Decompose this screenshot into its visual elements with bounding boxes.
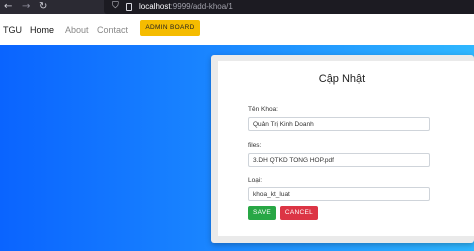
form-title: Cập Nhật (318, 73, 366, 85)
shield-icon[interactable]: ⛉ (112, 1, 119, 11)
reload-icon[interactable]: ↻ (39, 0, 47, 14)
edit-form: Cập Nhật Tên Khoa: files: Loại: SAVE CAN… (218, 61, 474, 236)
files-input[interactable] (248, 153, 430, 167)
save-button[interactable]: SAVE (248, 206, 276, 220)
nav-link-about[interactable]: About (65, 25, 89, 36)
url-path: :9999/add-khoa/1 (170, 2, 233, 11)
loai-input[interactable] (248, 187, 430, 201)
loai-label: Loại: (248, 177, 263, 184)
brand-logo[interactable]: TGU (3, 25, 22, 35)
forward-icon[interactable]: → (22, 0, 30, 14)
admin-board-button[interactable]: ADMIN BOARD (140, 20, 200, 36)
url-bar[interactable]: ⛉ localhost:9999/add-khoa/1 (104, 0, 474, 14)
nav-link-contact[interactable]: Contact (97, 25, 128, 36)
ten-khoa-label: Tên Khoa: (248, 106, 278, 113)
ten-khoa-input[interactable] (248, 117, 430, 131)
page-icon (126, 3, 132, 11)
files-label: files: (248, 142, 262, 149)
url-text[interactable]: localhost:9999/add-khoa/1 (139, 1, 233, 12)
edit-card: Cập Nhật Tên Khoa: files: Loại: SAVE CAN… (211, 55, 474, 243)
nav-link-home[interactable]: Home (30, 25, 54, 36)
site-navbar: TGU Home About Contact ADMIN BOARD (0, 14, 474, 45)
browser-toolbar: ← → ↻ ⛉ localhost:9999/add-khoa/1 (0, 0, 474, 14)
url-host: localhost (139, 2, 171, 11)
back-icon[interactable]: ← (4, 0, 12, 14)
cancel-button[interactable]: CANCEL (280, 206, 318, 220)
